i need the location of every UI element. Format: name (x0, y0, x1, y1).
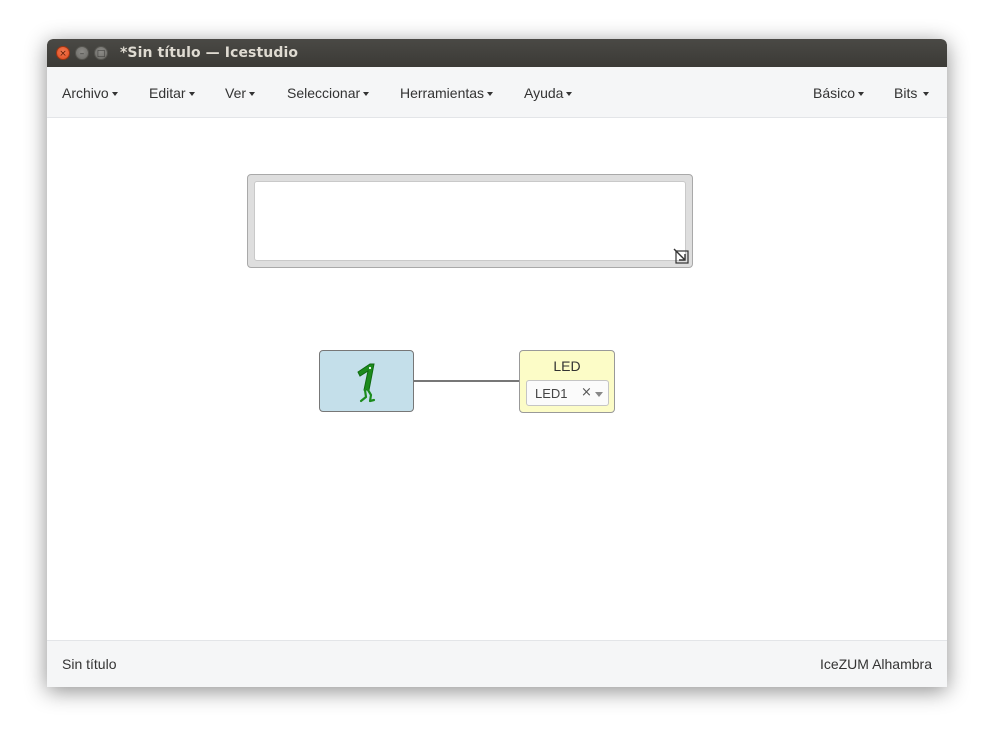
wire-connection[interactable] (414, 380, 520, 382)
caret-down-icon (111, 92, 118, 97)
menu-label: Básico (813, 85, 856, 101)
caret-down-icon (249, 92, 256, 97)
menu-label: Ver (225, 85, 247, 101)
menu-label: Herramientas (400, 85, 485, 101)
clear-icon[interactable]: × (581, 385, 592, 400)
title-bar[interactable]: × – □ *Sin título — Icestudio (47, 39, 947, 67)
menu-label: Seleccionar (287, 85, 361, 101)
status-board: IceZUM Alhambra (819, 656, 932, 672)
menu-archivo[interactable]: Archivo (62, 84, 118, 102)
app-window: × – □ *Sin título — Icestudio Archivo Ed… (47, 39, 947, 687)
menu-bits[interactable]: Bits (894, 84, 930, 102)
caret-down-icon (363, 92, 370, 97)
menu-bar: Archivo Editar Ver Seleccionar Herramien… (47, 67, 947, 118)
minimize-window-button[interactable]: – (75, 46, 89, 60)
menu-label: Ayuda (524, 85, 564, 101)
output-block-title: LED (553, 358, 581, 374)
maximize-window-button[interactable]: □ (94, 46, 108, 60)
pin-select-value: LED1 (535, 386, 568, 401)
dropdown-arrow-icon[interactable] (595, 392, 603, 397)
menu-label: Editar (149, 85, 186, 101)
close-window-button[interactable]: × (56, 46, 70, 60)
menu-editar[interactable]: Editar (149, 84, 195, 102)
window-title: *Sin título — Icestudio (120, 45, 299, 61)
caret-down-icon (487, 92, 494, 97)
resize-handle-icon[interactable] (672, 247, 692, 267)
menu-basico[interactable]: Básico (813, 84, 865, 102)
caret-down-icon (566, 92, 573, 97)
menu-ayuda[interactable]: Ayuda (524, 84, 573, 102)
output-block-led[interactable]: LED LED1 × (519, 350, 615, 413)
info-text-area[interactable] (254, 181, 686, 261)
constant-block[interactable] (319, 350, 414, 412)
caret-down-icon (858, 92, 865, 97)
menu-seleccionar[interactable]: Seleccionar (287, 84, 370, 102)
menu-label: Bits (894, 85, 918, 101)
status-filename: Sin título (62, 656, 117, 672)
pin-select[interactable]: LED1 × (526, 380, 609, 406)
menu-label: Archivo (62, 85, 109, 101)
menu-herramientas[interactable]: Herramientas (400, 84, 494, 102)
caret-down-icon (923, 92, 930, 97)
status-bar: Sin título IceZUM Alhambra (47, 640, 947, 687)
caret-down-icon (188, 92, 195, 97)
design-canvas[interactable]: LED LED1 × (47, 118, 947, 640)
maximize-icon: □ (96, 49, 106, 59)
constant-one-icon (357, 363, 376, 403)
close-icon: × (59, 49, 67, 59)
menu-ver[interactable]: Ver (225, 84, 256, 102)
info-block[interactable] (247, 174, 693, 268)
minimize-icon: – (79, 49, 85, 59)
